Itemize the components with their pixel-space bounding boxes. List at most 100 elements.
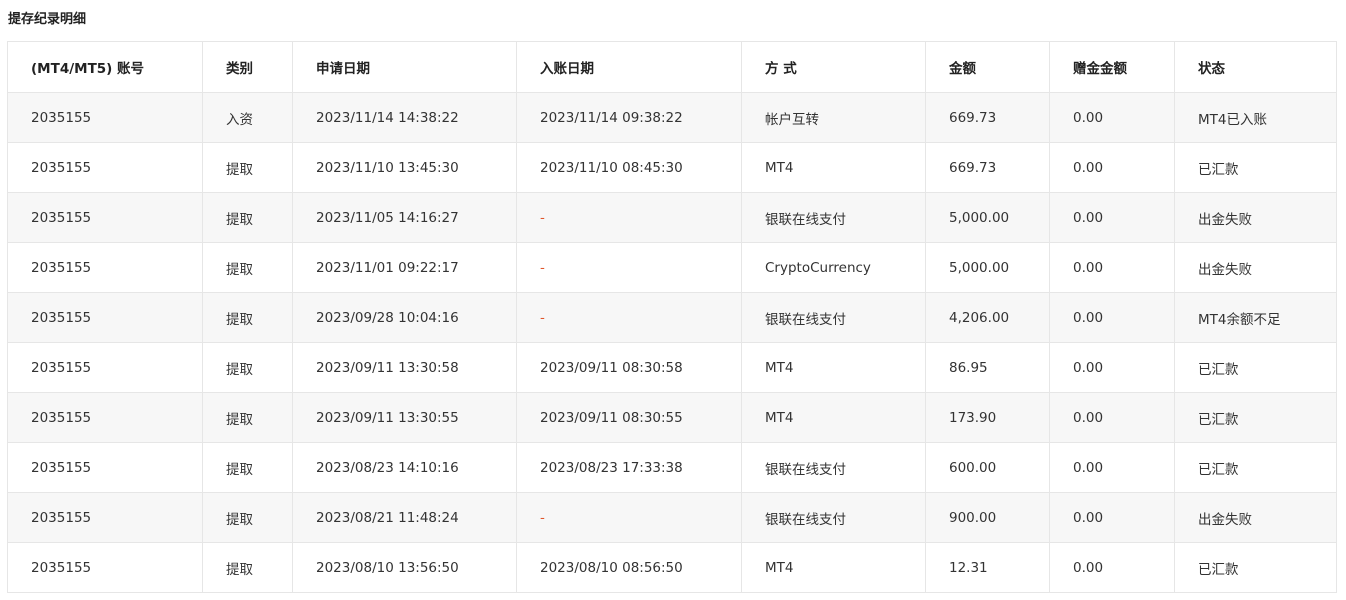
amount-cell: 12.31 <box>925 542 1050 593</box>
type-cell: 提取 <box>202 192 293 243</box>
method-cell: 银联在线支付 <box>741 192 926 243</box>
bonus-amount-cell: 0.00 <box>1049 242 1175 293</box>
column-header-type: 类别 <box>202 41 293 93</box>
apply-date-cell: 2023/09/28 10:04:16 <box>292 292 517 343</box>
table-row: 2035155 提取 2023/09/28 10:04:16- 银联在线支付 4,206… <box>7 292 1337 343</box>
table-row: 2035155 提取 2023/08/21 11:48:24- 银联在线支付 900.0… <box>7 492 1337 543</box>
account-cell: 2035155 <box>7 442 203 493</box>
credit-date-cell: - <box>516 292 742 343</box>
column-header-status: 状态 <box>1174 41 1337 93</box>
bonus-amount-cell: 0.00 <box>1049 92 1175 143</box>
column-header-apply-date: 申请日期 <box>292 41 517 93</box>
table-row: 2035155 提取 2023/11/05 14:16:27- 银联在线支付 5,000… <box>7 192 1337 243</box>
column-header-credit-date: 入账日期 <box>516 41 742 93</box>
bonus-amount-cell: 0.00 <box>1049 142 1175 193</box>
status-cell: MT4已入账 <box>1174 92 1337 143</box>
status-cell: 出金失败 <box>1174 192 1337 243</box>
credit-date-cell: 2023/09/11 08:30:58 <box>516 342 742 393</box>
column-header-account: (MT4/MT5) 账号 <box>7 41 203 93</box>
account-cell: 2035155 <box>7 542 203 593</box>
credit-date-cell: 2023/08/10 08:56:50 <box>516 542 742 593</box>
status-cell: 已汇款 <box>1174 442 1337 493</box>
bonus-amount-cell: 0.00 <box>1049 342 1175 393</box>
bonus-amount-cell: 0.00 <box>1049 442 1175 493</box>
credit-date-cell: 2023/08/23 17:33:38 <box>516 442 742 493</box>
account-cell: 2035155 <box>7 242 203 293</box>
amount-cell: 173.90 <box>925 392 1050 443</box>
table-row: 2035155 提取 2023/11/01 09:22:17- CryptoCurre… <box>7 242 1337 293</box>
status-cell: 已汇款 <box>1174 542 1337 593</box>
apply-date-cell: 2023/11/01 09:22:17 <box>292 242 517 293</box>
account-cell: 2035155 <box>7 142 203 193</box>
method-cell: MT4 <box>741 342 926 393</box>
bonus-amount-cell: 0.00 <box>1049 292 1175 343</box>
status-cell: 出金失败 <box>1174 492 1337 543</box>
amount-cell: 5,000.00 <box>925 242 1050 293</box>
bonus-amount-cell: 0.00 <box>1049 392 1175 443</box>
records-page: 提存纪录明细 (MT4/MT5) 账号 类别 申请日期 入账日期 方 式 金额 … <box>0 0 1346 600</box>
method-cell: 银联在线支付 <box>741 492 926 543</box>
credit-date-cell: - <box>516 492 742 543</box>
page-title: 提存纪录明细 <box>8 12 87 27</box>
amount-cell: 669.73 <box>925 92 1050 143</box>
column-header-amount: 金额 <box>925 41 1050 93</box>
apply-date-cell: 2023/09/11 13:30:58 <box>292 342 517 393</box>
bonus-amount-cell: 0.00 <box>1049 192 1175 243</box>
amount-cell: 900.00 <box>925 492 1050 543</box>
account-cell: 2035155 <box>7 342 203 393</box>
status-cell: 已汇款 <box>1174 342 1337 393</box>
status-cell: MT4余额不足 <box>1174 292 1337 343</box>
credit-date-cell: 2023/11/10 08:45:30 <box>516 142 742 193</box>
account-cell: 2035155 <box>7 492 203 543</box>
apply-date-cell: 2023/11/05 14:16:27 <box>292 192 517 243</box>
bonus-amount-cell: 0.00 <box>1049 492 1175 543</box>
method-cell: CryptoCurrency <box>741 242 926 293</box>
amount-cell: 669.73 <box>925 142 1050 193</box>
apply-date-cell: 2023/11/10 13:45:30 <box>292 142 517 193</box>
column-header-bonus-amount: 赠金金额 <box>1049 41 1175 93</box>
method-cell: 银联在线支付 <box>741 442 926 493</box>
account-cell: 2035155 <box>7 292 203 343</box>
status-cell: 已汇款 <box>1174 142 1337 193</box>
apply-date-cell: 2023/11/14 14:38:22 <box>292 92 517 143</box>
apply-date-cell: 2023/08/21 11:48:24 <box>292 492 517 543</box>
table-row: 2035155 提取 2023/09/11 13:30:58 2023/09/11 0… <box>7 342 1337 393</box>
type-cell: 提取 <box>202 492 293 543</box>
apply-date-cell: 2023/09/11 13:30:55 <box>292 392 517 443</box>
status-cell: 已汇款 <box>1174 392 1337 443</box>
method-cell: MT4 <box>741 142 926 193</box>
apply-date-cell: 2023/08/23 14:10:16 <box>292 442 517 493</box>
records-table: (MT4/MT5) 账号 类别 申请日期 入账日期 方 式 金额 赠金金额 状态… <box>7 41 1337 593</box>
type-cell: 提取 <box>202 242 293 293</box>
method-cell: MT4 <box>741 542 926 593</box>
credit-date-cell: 2023/09/11 08:30:55 <box>516 392 742 443</box>
type-cell: 提取 <box>202 292 293 343</box>
table-row: 2035155 提取 2023/08/10 13:56:50 2023/08/10 0… <box>7 542 1337 593</box>
amount-cell: 600.00 <box>925 442 1050 493</box>
table-row: 2035155 提取 2023/11/10 13:45:30 2023/11/10 0… <box>7 142 1337 193</box>
method-cell: 银联在线支付 <box>741 292 926 343</box>
method-cell: 帐户互转 <box>741 92 926 143</box>
credit-date-cell: - <box>516 192 742 243</box>
type-cell: 提取 <box>202 142 293 193</box>
table-row: 2035155 提取 2023/08/23 14:10:16 2023/08/23 1… <box>7 442 1337 493</box>
type-cell: 提取 <box>202 392 293 443</box>
credit-date-cell: 2023/11/14 09:38:22 <box>516 92 742 143</box>
bonus-amount-cell: 0.00 <box>1049 542 1175 593</box>
type-cell: 提取 <box>202 542 293 593</box>
account-cell: 2035155 <box>7 192 203 243</box>
type-cell: 入资 <box>202 92 293 143</box>
method-cell: MT4 <box>741 392 926 443</box>
account-cell: 2035155 <box>7 92 203 143</box>
records-table-body: 2035155 入资 2023/11/14 14:38:22 2023/11/14 0… <box>7 92 1337 593</box>
account-cell: 2035155 <box>7 392 203 443</box>
amount-cell: 4,206.00 <box>925 292 1050 343</box>
credit-date-cell: - <box>516 242 742 293</box>
type-cell: 提取 <box>202 342 293 393</box>
apply-date-cell: 2023/08/10 13:56:50 <box>292 542 517 593</box>
amount-cell: 5,000.00 <box>925 192 1050 243</box>
table-row: 2035155 入资 2023/11/14 14:38:22 2023/11/14 0… <box>7 92 1337 143</box>
column-header-method: 方 式 <box>741 41 926 93</box>
type-cell: 提取 <box>202 442 293 493</box>
table-row: 2035155 提取 2023/09/11 13:30:55 2023/09/11 0… <box>7 392 1337 443</box>
